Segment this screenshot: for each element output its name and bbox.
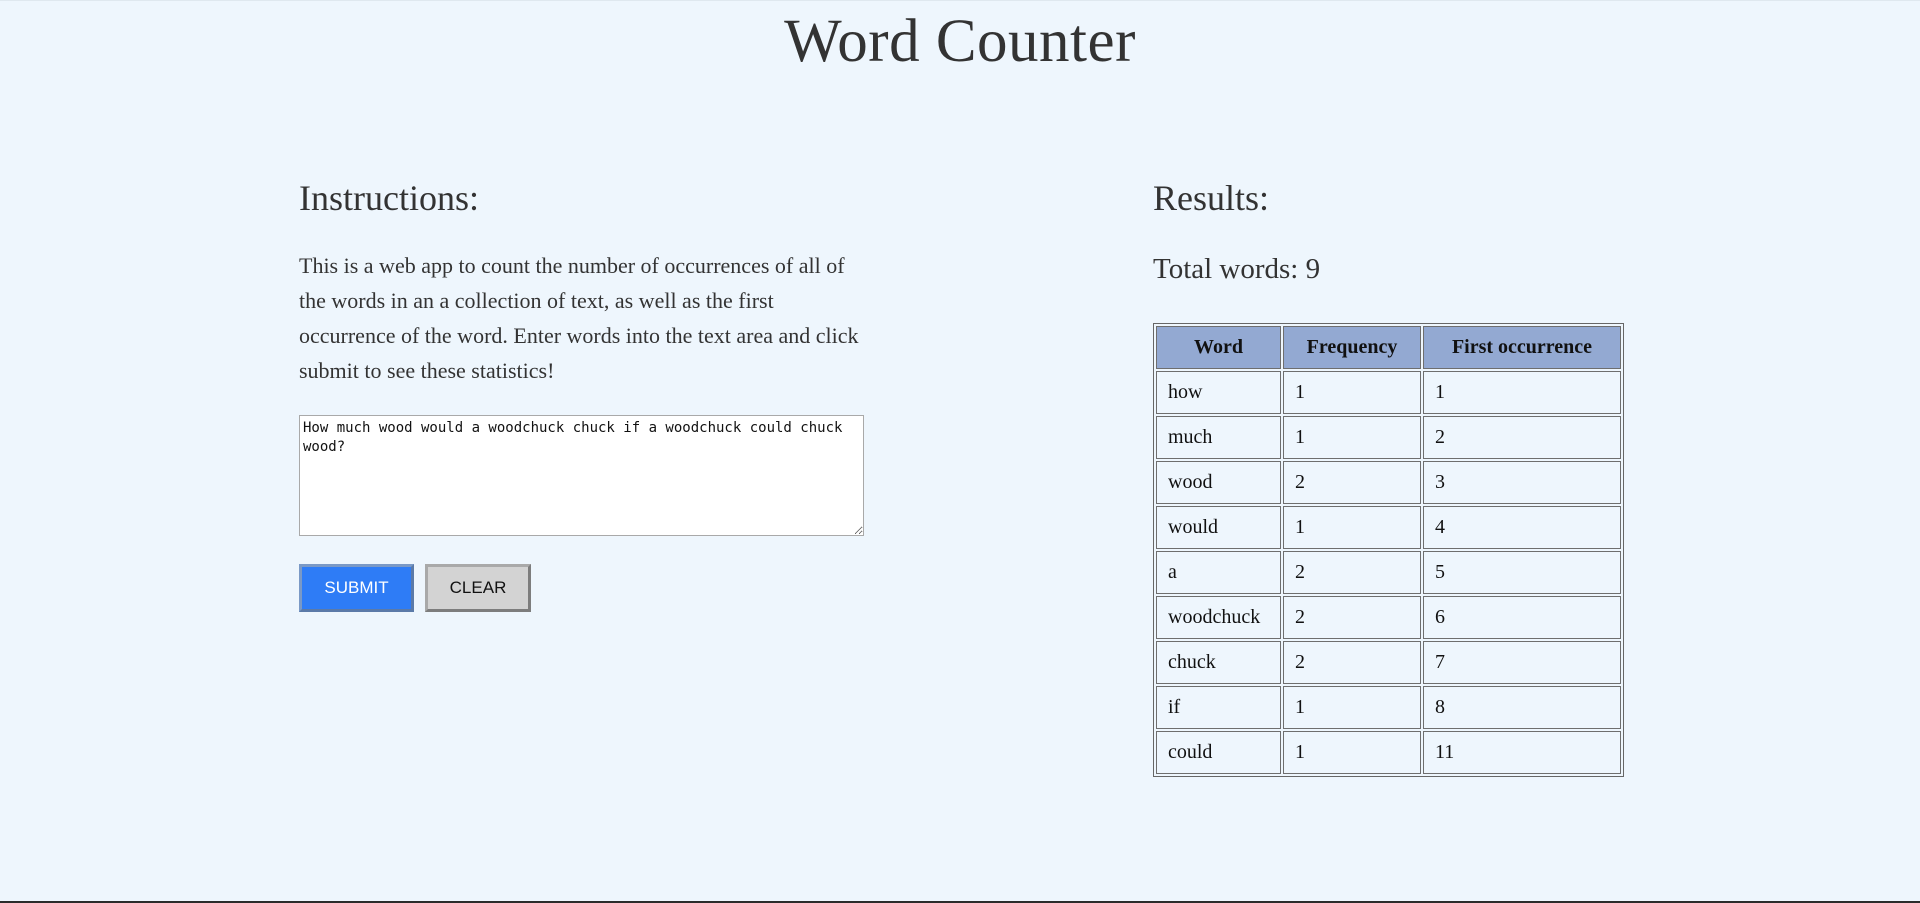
results-heading: Results: <box>1153 178 1270 218</box>
table-row: much 1 2 <box>1156 415 1621 459</box>
first-occurrence-cell: 4 <box>1423 505 1621 549</box>
word-cell: a <box>1156 550 1281 594</box>
submit-button[interactable]: SUBMIT <box>299 564 414 613</box>
word-cell: if <box>1156 685 1281 729</box>
frequency-cell: 1 <box>1283 370 1421 414</box>
word-cell: how <box>1156 370 1281 414</box>
page-title: Word Counter <box>784 8 1136 75</box>
frequency-cell: 1 <box>1283 505 1421 549</box>
word-cell: could <box>1156 730 1281 774</box>
first-occurrence-cell: 2 <box>1423 415 1621 459</box>
frequency-cell: 2 <box>1283 640 1421 684</box>
first-occurrence-cell: 6 <box>1423 595 1621 639</box>
table-row: could 1 11 <box>1156 730 1621 774</box>
instructions-heading: Instructions: <box>299 178 479 218</box>
text-input[interactable] <box>299 415 864 537</box>
first-occurrence-cell: 11 <box>1423 730 1621 774</box>
first-occurrence-cell: 3 <box>1423 460 1621 504</box>
word-cell: would <box>1156 505 1281 549</box>
word-cell: chuck <box>1156 640 1281 684</box>
word-cell: much <box>1156 415 1281 459</box>
clear-button[interactable]: CLEAR <box>425 564 531 613</box>
button-row: SUBMIT CLEAR <box>299 564 869 613</box>
instructions-panel: Instructions: This is a web app to count… <box>299 177 869 613</box>
table-row: would 1 4 <box>1156 505 1621 549</box>
column-header-first-occurrence: First occurrence <box>1423 325 1621 369</box>
column-header-frequency: Frequency <box>1283 325 1421 369</box>
frequency-cell: 2 <box>1283 595 1421 639</box>
frequency-cell: 2 <box>1283 550 1421 594</box>
table-row: if 1 8 <box>1156 685 1621 729</box>
table-row: how 1 1 <box>1156 370 1621 414</box>
results-table: Word Frequency First occurrence how 1 1 … <box>1153 322 1624 777</box>
frequency-cell: 1 <box>1283 415 1421 459</box>
frequency-cell: 1 <box>1283 730 1421 774</box>
table-header-row: Word Frequency First occurrence <box>1156 325 1621 369</box>
first-occurrence-cell: 1 <box>1423 370 1621 414</box>
total-words: Total words: 9 <box>1153 253 1321 286</box>
table-row: woodchuck 2 6 <box>1156 595 1621 639</box>
word-cell: wood <box>1156 460 1281 504</box>
table-row: wood 2 3 <box>1156 460 1621 504</box>
instructions-text: This is a web app to count the number of… <box>299 253 859 384</box>
column-header-word: Word <box>1156 325 1281 369</box>
first-occurrence-cell: 7 <box>1423 640 1621 684</box>
frequency-cell: 1 <box>1283 685 1421 729</box>
results-panel: Results: Total words: 9 Word Frequency F… <box>1153 177 1633 777</box>
first-occurrence-cell: 8 <box>1423 685 1621 729</box>
frequency-cell: 2 <box>1283 460 1421 504</box>
word-cell: woodchuck <box>1156 595 1281 639</box>
first-occurrence-cell: 5 <box>1423 550 1621 594</box>
table-row: a 2 5 <box>1156 550 1621 594</box>
table-row: chuck 2 7 <box>1156 640 1621 684</box>
